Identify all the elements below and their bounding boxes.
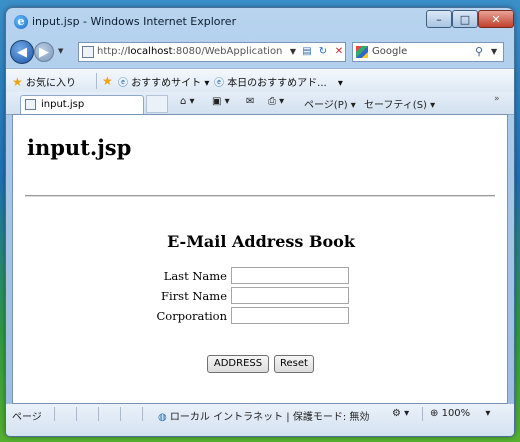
google-icon <box>356 46 368 58</box>
search-options-icon[interactable]: ▼ <box>491 47 497 56</box>
corporation-row: Corporation <box>13 306 228 326</box>
refresh-icon[interactable]: ↻ <box>315 44 331 60</box>
zoom-icon: ⊕ <box>430 408 439 419</box>
address-url[interactable]: http://localhost:8080/WebApplication25/i <box>97 46 283 57</box>
compatibility-view-icon[interactable]: ▤ <box>299 44 315 60</box>
history-dropdown-icon[interactable]: ▼ <box>58 47 63 55</box>
corporation-input[interactable] <box>231 307 349 324</box>
ie-logo-icon: e <box>14 15 28 29</box>
favorites-button[interactable]: ★ お気に入り <box>12 74 76 89</box>
suggested-sites-link[interactable]: ⓔ おすすめサイト ▾ <box>118 74 209 89</box>
favorites-bar: ★ お気に入り ★ ⓔ おすすめサイト ▾ ⓔ 本日のおすすめアド... ▾ <box>6 68 514 93</box>
more-commands-icon[interactable]: » <box>494 94 500 104</box>
page-heading: input.jsp <box>27 135 132 160</box>
home-icon[interactable]: ⌂ ▾ <box>180 96 195 107</box>
back-button[interactable]: ◀ <box>10 40 34 64</box>
status-text: ページ <box>12 412 42 423</box>
last-name-row: Last Name <box>13 266 227 286</box>
title-bar: e input.jsp - Windows Internet Explorer … <box>6 8 514 36</box>
security-zone[interactable]: ◍ ローカル イントラネット | 保護モード: 無効 <box>158 408 369 423</box>
intranet-globe-icon: ◍ <box>158 412 167 423</box>
form-title: E-Mail Address Book <box>167 232 355 251</box>
window-title: input.jsp - Windows Internet Explorer <box>32 15 237 28</box>
new-tab-button[interactable] <box>146 95 168 113</box>
last-name-input[interactable] <box>231 267 349 284</box>
divider <box>120 407 121 421</box>
reset-button[interactable]: Reset <box>274 355 314 373</box>
ie-page-icon: ⓔ <box>118 78 128 89</box>
corporation-label: Corporation <box>156 309 228 323</box>
first-name-label: First Name <box>161 289 227 303</box>
page-content: input.jsp E-Mail Address Book Last Name … <box>12 114 508 404</box>
chevron-down-icon: ▾ <box>485 408 491 419</box>
chevron-down-icon: ▾ <box>337 78 343 89</box>
zoom-control[interactable]: ⊕ 100% ▾ <box>430 408 490 419</box>
stop-icon[interactable]: ✕ <box>331 44 347 60</box>
tab-input-jsp[interactable]: input.jsp <box>20 95 144 114</box>
recommended-addons-link[interactable]: ⓔ 本日のおすすめアド... ▾ <box>214 74 343 89</box>
divider <box>422 407 423 421</box>
print-icon[interactable]: ⎙ ▾ <box>268 96 284 107</box>
browser-window: e input.jsp - Windows Internet Explorer … <box>6 8 514 436</box>
tab-bar: input.jsp ⌂ ▾ ▣ ▾ ✉ ⎙ ▾ ページ(P) ▾ セーフティ(S… <box>6 92 514 115</box>
safety-menu[interactable]: セーフティ(S) ▾ <box>364 96 435 111</box>
divider <box>142 407 143 421</box>
favorites-star-icon: ★ <box>12 75 23 89</box>
forward-button[interactable]: ▶ <box>34 42 54 62</box>
address-bar[interactable]: http://localhost:8080/WebApplication25/i… <box>78 42 346 62</box>
search-input[interactable]: Google <box>372 46 407 57</box>
ie-page-icon: ⓔ <box>214 78 224 89</box>
first-name-input[interactable] <box>231 287 349 304</box>
minimize-button[interactable]: – <box>426 10 452 28</box>
divider <box>96 73 97 89</box>
search-icon[interactable]: ⚲ <box>475 45 483 58</box>
feeds-icon[interactable]: ▣ ▾ <box>212 96 230 107</box>
navigation-bar: ◀ ▶ ▼ http://localhost:8080/WebApplicati… <box>6 38 514 66</box>
address-submit-button[interactable]: ADDRESS <box>207 355 269 373</box>
add-favorite-icon[interactable]: ★ <box>102 74 113 88</box>
divider <box>76 407 77 421</box>
last-name-label: Last Name <box>163 269 227 283</box>
page-icon <box>82 46 94 58</box>
maximize-button[interactable]: □ <box>452 10 478 28</box>
search-box[interactable]: Google ⚲ ▼ <box>352 42 504 62</box>
divider <box>54 407 55 421</box>
close-button[interactable]: ✕ <box>478 10 514 28</box>
manage-addons-icon[interactable]: ⚙ ▾ <box>392 408 409 419</box>
first-name-row: First Name <box>13 286 227 306</box>
page-menu[interactable]: ページ(P) ▾ <box>304 96 356 111</box>
status-bar: ページ ◍ ローカル イントラネット | 保護モード: 無効 ⚙ ▾ ⊕ 100… <box>6 404 514 436</box>
divider <box>98 407 99 421</box>
mail-icon[interactable]: ✉ <box>246 96 254 107</box>
horizontal-rule <box>25 195 495 197</box>
page-icon <box>25 99 36 110</box>
